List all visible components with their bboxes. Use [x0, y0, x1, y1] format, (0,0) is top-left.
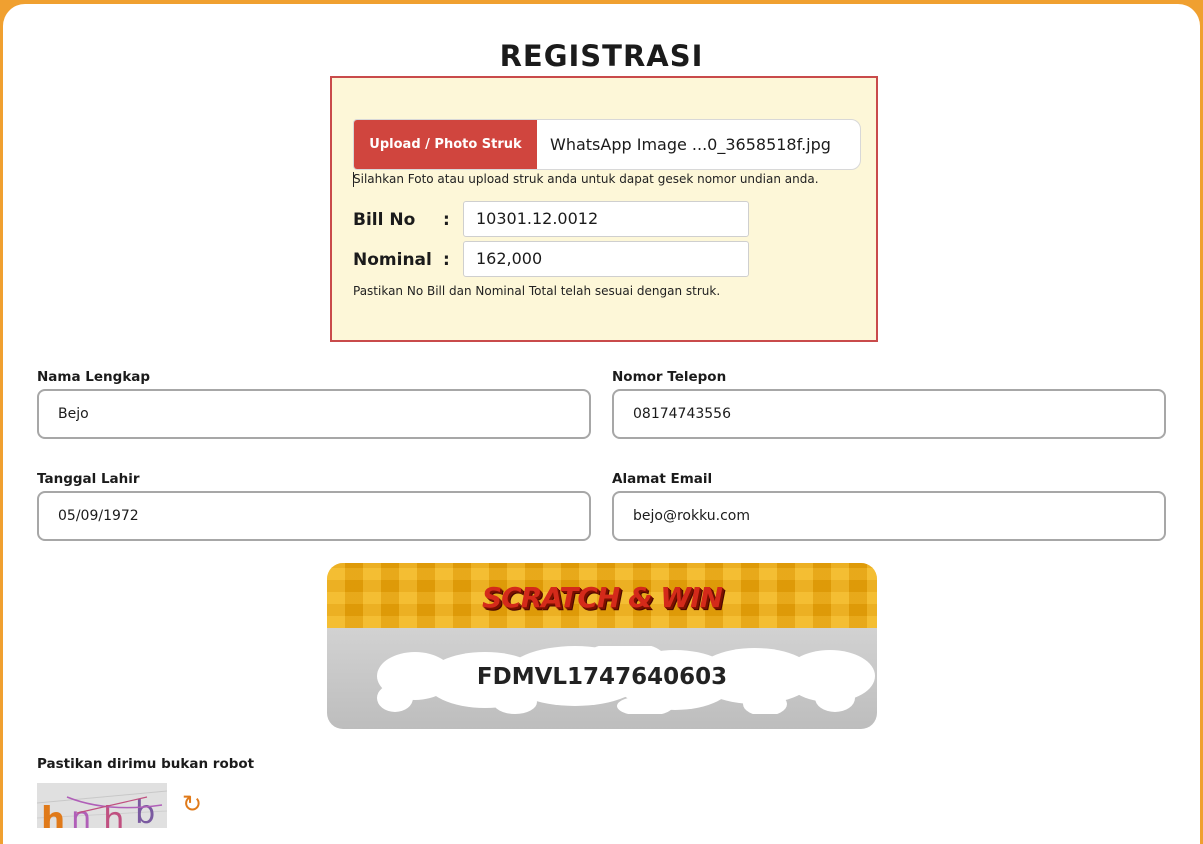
upload-photo-button[interactable]: Upload / Photo Struk	[354, 120, 537, 169]
captcha-char-4: b	[135, 793, 155, 828]
scratch-card[interactable]: SCRATCH & WIN FDMVL1747640603	[327, 563, 877, 729]
bill-no-input[interactable]: 10301.12.0012	[463, 201, 749, 237]
uploaded-file-name: WhatsApp Image ...0_3658518f.jpg	[550, 135, 831, 154]
upload-hint: Silahkan Foto atau upload struk anda unt…	[353, 172, 819, 186]
nominal-colon: :	[443, 250, 450, 270]
scratch-card-title: SCRATCH & WIN	[482, 581, 723, 614]
bill-no-colon: :	[443, 210, 450, 230]
scratch-code: FDMVL1747640603	[476, 664, 728, 690]
phone-label: Nomor Telepon	[612, 369, 727, 385]
scratch-card-header: SCRATCH & WIN	[327, 563, 877, 628]
phone-input[interactable]: 08174743556	[612, 389, 1166, 439]
nominal-label: Nominal	[353, 250, 432, 270]
captcha-label: Pastikan dirimu bukan robot	[37, 756, 255, 772]
captcha-graphic: h n h b	[37, 783, 167, 828]
full-name-input[interactable]: Bejo	[37, 389, 591, 439]
bill-no-label: Bill No	[353, 210, 416, 230]
confirm-hint: Pastikan No Bill dan Nominal Total telah…	[353, 284, 721, 298]
refresh-icon[interactable]: ↻	[182, 790, 202, 818]
receipt-upload-panel: Upload / Photo Struk WhatsApp Image ...0…	[330, 76, 878, 342]
birth-date-input[interactable]: 05/09/1972	[37, 491, 591, 541]
receipt-upload-field[interactable]: Upload / Photo Struk WhatsApp Image ...0…	[353, 119, 861, 170]
captcha-image: h n h b	[37, 783, 167, 828]
full-name-label: Nama Lengkap	[37, 369, 151, 385]
page-title: REGISTRASI	[499, 39, 704, 73]
nominal-input[interactable]: 162,000	[463, 241, 749, 277]
birth-date-label: Tanggal Lahir	[37, 471, 140, 487]
captcha-char-1: h	[41, 800, 65, 828]
email-input[interactable]: bejo@rokku.com	[612, 491, 1166, 541]
email-label: Alamat Email	[612, 471, 713, 487]
